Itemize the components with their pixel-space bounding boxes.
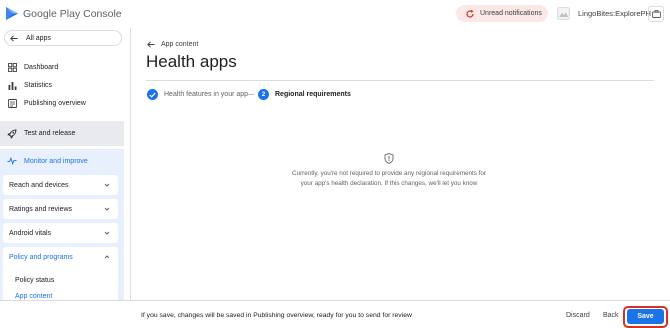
notification-refresh-icon	[466, 9, 474, 18]
discard-button[interactable]: Discard	[566, 312, 590, 319]
step-regional-requirements[interactable]: 2 Regional requirements	[258, 89, 351, 100]
sidebar-item-dashboard[interactable]: Dashboard	[0, 58, 124, 76]
rocket-icon	[7, 129, 17, 139]
play-logo-icon	[6, 7, 18, 20]
title-divider	[146, 80, 654, 81]
sidebar-item-label: Publishing overview	[24, 99, 86, 107]
all-apps-label: All apps	[26, 34, 51, 42]
sidebar-subitem-app-content[interactable]: App content	[15, 293, 52, 300]
shield-info-icon	[384, 153, 394, 164]
section-label: Android vitals	[9, 229, 52, 237]
section-android-vitals[interactable]: Android vitals	[3, 223, 118, 243]
sidebar-item-label: Monitor and improve	[24, 157, 88, 165]
pulse-icon	[7, 156, 17, 166]
chevron-up-icon	[104, 255, 110, 259]
sidebar-item-test-and-release[interactable]: Test and release	[0, 121, 124, 146]
page-title: Health apps	[146, 52, 237, 71]
step-connector	[248, 94, 254, 95]
top-bar: Google Play Console Unread notifications…	[0, 0, 670, 28]
main-content: App content Health apps Health features …	[130, 28, 670, 300]
step-label: Regional requirements	[275, 91, 351, 98]
play-console-logo[interactable]: Google Play Console	[6, 7, 122, 20]
section-label: Policy and programs	[9, 253, 73, 261]
sidebar-item-monitor-and-improve[interactable]: Monitor and improve	[0, 152, 124, 170]
arrow-back-icon	[10, 34, 18, 42]
account-name[interactable]: LingoBites:ExplorePH	[578, 9, 651, 18]
step-number: 2	[258, 89, 269, 100]
save-info-message: If you save, changes will be saved in Pu…	[141, 312, 412, 319]
sidebar-item-label: Dashboard	[24, 63, 59, 71]
section-label: Ratings and reviews	[9, 205, 73, 213]
check-icon	[147, 89, 158, 100]
notifications-label: Unread notifications	[480, 10, 542, 17]
step-health-features[interactable]: Health features in your app	[147, 89, 248, 100]
account-avatar-icon[interactable]	[557, 7, 570, 20]
regional-requirements-message: Currently, you're not required to provid…	[292, 170, 486, 187]
back-button[interactable]: Back	[603, 312, 619, 319]
chevron-down-icon	[104, 207, 110, 211]
section-ratings-and-reviews[interactable]: Ratings and reviews	[3, 199, 118, 219]
arrow-back-icon	[147, 41, 155, 48]
sidebar-item-label: Test and release	[24, 130, 76, 137]
chevron-down-icon	[104, 183, 110, 187]
bar-chart-icon	[7, 80, 17, 90]
save-button[interactable]: Save	[627, 309, 664, 324]
step-label: Health features in your app	[164, 91, 249, 98]
sidebar-item-label: Statistics	[24, 81, 53, 89]
sidebar: All apps Dashboard Statistics Publishing…	[0, 28, 124, 300]
dashboard-icon	[7, 62, 17, 72]
sidebar-subitem-policy-status[interactable]: Policy status	[15, 277, 54, 284]
publishing-icon	[7, 98, 17, 108]
section-reach-and-devices[interactable]: Reach and devices	[3, 175, 118, 195]
bottom-action-bar: If you save, changes will be saved in Pu…	[0, 300, 670, 328]
logo-text: Google Play Console	[23, 7, 122, 20]
all-apps-button[interactable]: All apps	[4, 30, 122, 46]
unread-notifications-button[interactable]: Unread notifications	[456, 5, 548, 22]
sidebar-item-statistics[interactable]: Statistics	[0, 76, 124, 94]
back-link-label: App content	[161, 41, 199, 48]
briefcase-icon	[651, 10, 661, 18]
app-content-back-link[interactable]: App content	[147, 41, 198, 48]
chevron-down-icon	[104, 231, 110, 235]
section-label: Reach and devices	[9, 181, 69, 189]
developer-account-button[interactable]	[648, 6, 664, 22]
section-policy-and-programs[interactable]: Policy and programs	[3, 247, 118, 267]
sidebar-item-publishing-overview[interactable]: Publishing overview	[0, 94, 124, 112]
